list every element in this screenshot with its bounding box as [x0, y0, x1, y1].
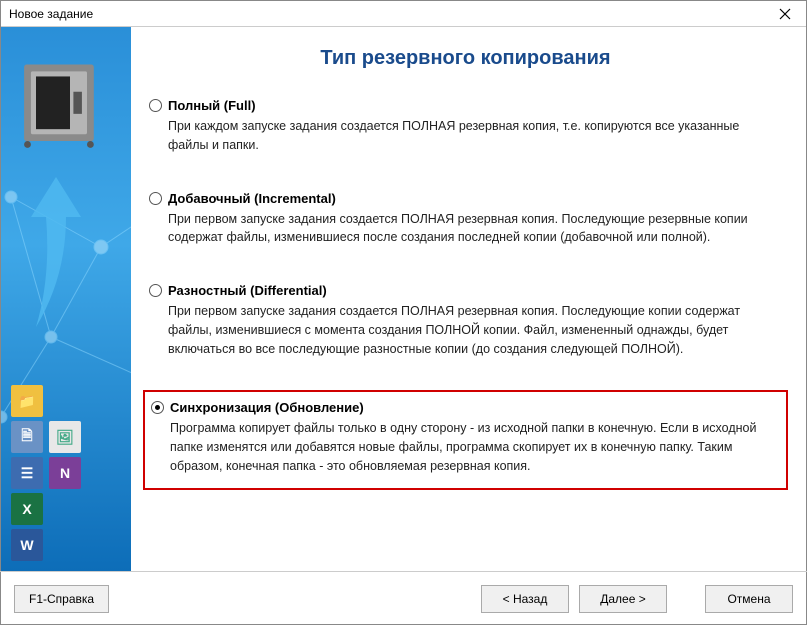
excel-icon: X	[11, 493, 43, 525]
arrow-icon	[26, 177, 86, 327]
titlebar: Новое задание	[1, 1, 806, 27]
back-button[interactable]: < Назад	[481, 585, 569, 613]
onenote-icon: N	[49, 457, 81, 489]
list-icon: ☰	[11, 457, 43, 489]
next-button[interactable]: Далее >	[579, 585, 667, 613]
option-full[interactable]: Полный (Full) При каждом запуске задания…	[143, 94, 788, 159]
option-sync-desc: Программа копирует файлы только в одну с…	[170, 419, 780, 475]
safe-icon	[19, 57, 104, 152]
picture-icon: 🖼	[49, 421, 81, 453]
option-incremental-desc: При первом запуске задания создается ПОЛ…	[168, 210, 782, 248]
option-full-label: Полный (Full)	[168, 98, 256, 113]
close-button[interactable]	[764, 1, 806, 27]
cancel-button[interactable]: Отмена	[705, 585, 793, 613]
document-icon: 🗎	[11, 421, 43, 453]
option-differential-label: Разностный (Differential)	[168, 283, 327, 298]
option-differential-desc: При первом запуске задания создается ПОЛ…	[168, 302, 782, 358]
radio-differential[interactable]	[149, 284, 162, 297]
folder-icon: 📁	[11, 385, 43, 417]
option-sync-label: Синхронизация (Обновление)	[170, 400, 364, 415]
window-title: Новое задание	[9, 7, 93, 21]
radio-full[interactable]	[149, 99, 162, 112]
app-icons-group: 📁 🗎 🖼 ☰ N X W	[11, 385, 81, 561]
radio-sync[interactable]	[151, 401, 164, 414]
option-full-desc: При каждом запуске задания создается ПОЛ…	[168, 117, 782, 155]
word-icon: W	[11, 529, 43, 561]
close-icon	[779, 8, 791, 20]
option-sync[interactable]: Синхронизация (Обновление) Программа коп…	[143, 390, 788, 489]
option-incremental[interactable]: Добавочный (Incremental) При первом запу…	[143, 187, 788, 252]
option-differential[interactable]: Разностный (Differential) При первом зап…	[143, 279, 788, 362]
option-incremental-label: Добавочный (Incremental)	[168, 191, 336, 206]
button-bar: F1-Справка < Назад Далее > Отмена	[0, 571, 807, 625]
wizard-main: Тип резервного копирования Полный (Full)…	[131, 27, 806, 571]
page-title: Тип резервного копирования	[143, 47, 788, 70]
radio-incremental[interactable]	[149, 192, 162, 205]
wizard-sidebar: 📁 🗎 🖼 ☰ N X W	[1, 27, 131, 571]
help-button[interactable]: F1-Справка	[14, 585, 109, 613]
